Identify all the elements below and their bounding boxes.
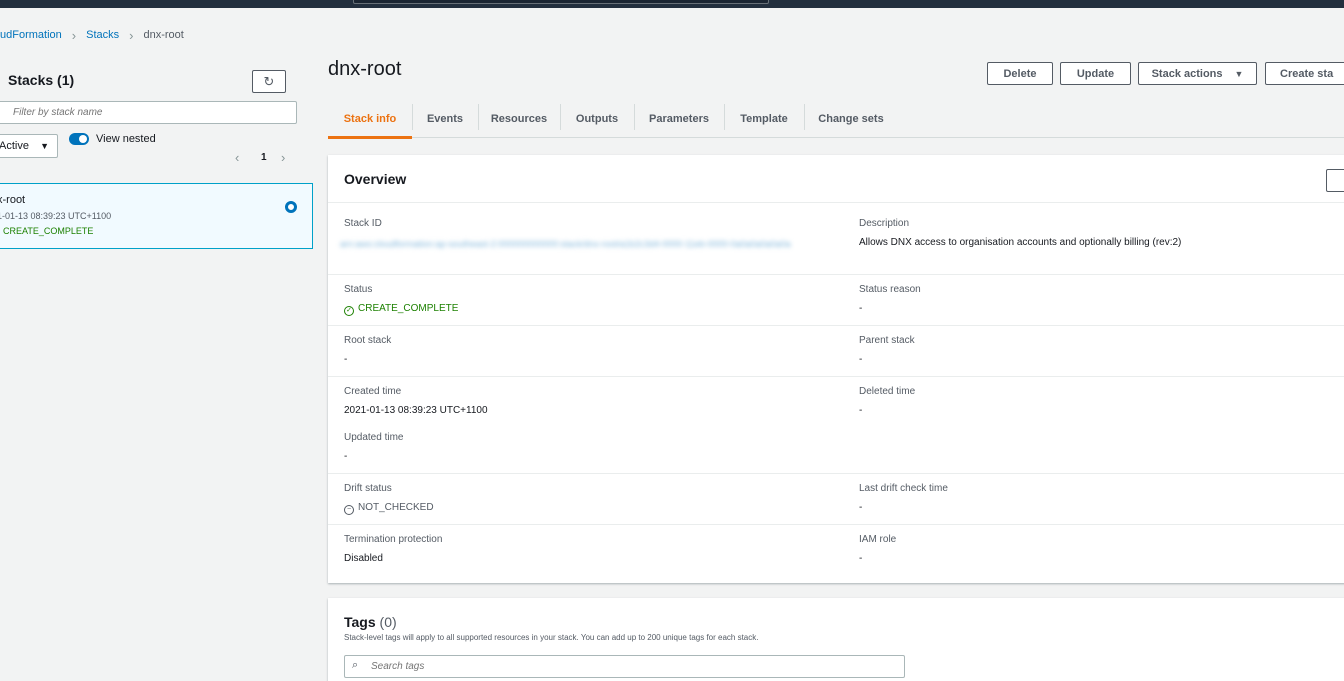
row-divider	[328, 473, 1344, 474]
page-title: dnx-root	[328, 58, 402, 80]
update-button[interactable]: Update	[1060, 62, 1131, 85]
status-label: Status	[344, 284, 373, 295]
stacks-title-text: Stacks	[8, 72, 54, 88]
chevron-right-icon: ›	[129, 27, 134, 43]
stack-item-name[interactable]: x-root	[0, 194, 25, 206]
drift-status-text: NOT_CHECKED	[358, 502, 434, 513]
description-label: Description	[859, 218, 910, 229]
edit-button[interactable]	[1326, 169, 1344, 192]
chevron-right-icon: ›	[71, 27, 77, 43]
status-value-text: CREATE_COMPLETE	[358, 303, 459, 314]
refresh-icon: ↻	[263, 73, 275, 89]
tags-count: (0)	[379, 614, 397, 630]
status-value: ✓ CREATE_COMPLETE	[344, 303, 458, 316]
row-divider	[328, 524, 1344, 525]
minus-circle-icon: −	[344, 505, 354, 515]
breadcrumb: udFormation › Stacks › dnx-root	[0, 27, 184, 43]
overview-title: Overview	[344, 171, 407, 187]
deleted-time-value: -	[859, 405, 863, 416]
tags-panel: Tags (0) Stack-level tags will apply to …	[328, 598, 1344, 681]
stack-filter-input[interactable]	[0, 101, 297, 124]
last-drift-value: -	[859, 502, 863, 513]
tab-stack-info[interactable]: Stack info	[328, 104, 412, 139]
stacks-panel-title: Stacks (1)	[8, 72, 74, 88]
tab-outputs[interactable]: Outputs	[560, 104, 634, 134]
caret-down-icon: ▼	[40, 141, 49, 151]
stack-actions-button[interactable]: Stack actions ▼	[1138, 62, 1257, 85]
overview-header: Overview	[328, 155, 1344, 203]
row-divider	[328, 325, 1344, 326]
drift-status-label: Drift status	[344, 483, 392, 494]
check-circle-icon: ✓	[344, 306, 354, 316]
status-filter-value: Active	[0, 140, 29, 152]
tags-title: Tags (0)	[344, 614, 397, 630]
stacks-count: (1)	[57, 72, 75, 88]
parent-stack-label: Parent stack	[859, 335, 915, 346]
tab-change-sets[interactable]: Change sets	[804, 104, 898, 134]
termination-protection-value: Disabled	[344, 553, 383, 564]
view-nested-toggle[interactable]	[69, 133, 89, 145]
global-search-input[interactable]	[353, 0, 769, 4]
root-stack-label: Root stack	[344, 335, 392, 346]
tags-title-text: Tags	[344, 614, 376, 630]
deleted-time-label: Deleted time	[859, 386, 916, 397]
drift-status-value: − NOT_CHECKED	[344, 502, 434, 515]
delete-button[interactable]: Delete	[987, 62, 1053, 85]
stack-id-label: Stack ID	[344, 218, 382, 229]
stack-actions-label: Stack actions	[1151, 67, 1223, 80]
update-button-label: Update	[1076, 67, 1115, 80]
tab-events[interactable]: Events	[412, 104, 478, 134]
tab-template[interactable]: Template	[724, 104, 804, 134]
tab-parameters[interactable]: Parameters	[634, 104, 724, 134]
search-icon: ⌕	[352, 659, 359, 671]
stack-tabs: Stack info Events Resources Outputs Para…	[328, 100, 1344, 139]
stack-id-value[interactable]: arn:aws:cloudformation:ap-southeast-2:00…	[340, 237, 824, 267]
status-reason-label: Status reason	[859, 284, 921, 295]
stack-item-time: 1-01-13 08:39:23 UTC+1100	[0, 211, 112, 221]
breadcrumb-cloudformation-link[interactable]: udFormation	[0, 29, 62, 41]
created-time-label: Created time	[344, 386, 402, 397]
overview-panel: Overview Stack ID arn:aws:cloudformation…	[328, 155, 1344, 583]
last-drift-label: Last drift check time	[859, 483, 948, 494]
created-time-value: 2021-01-13 08:39:23 UTC+1100	[344, 405, 488, 416]
status-reason-value: -	[859, 303, 863, 314]
updated-time-label: Updated time	[344, 432, 404, 443]
termination-protection-label: Termination protection	[344, 534, 443, 545]
description-value: Allows DNX access to organisation accoun…	[859, 237, 1182, 248]
root-stack-value: -	[344, 354, 348, 365]
stack-list-item[interactable]: x-root 1-01-13 08:39:23 UTC+1100 CREATE_…	[0, 183, 313, 249]
page-number[interactable]: 1	[261, 152, 267, 163]
updated-time-value: -	[344, 451, 348, 462]
status-filter-select[interactable]: Active ▼	[0, 134, 58, 158]
iam-role-label: IAM role	[859, 534, 897, 545]
chevron-right-icon[interactable]: ›	[281, 150, 285, 165]
tab-resources[interactable]: Resources	[478, 104, 560, 134]
view-nested-label: View nested	[96, 133, 156, 145]
iam-role-value: -	[859, 553, 863, 564]
breadcrumb-stacks-link[interactable]: Stacks	[86, 29, 119, 41]
tags-search-input[interactable]	[344, 655, 905, 678]
top-navigation-bar	[0, 0, 1344, 8]
refresh-button[interactable]: ↻	[252, 70, 286, 93]
breadcrumb-current: dnx-root	[143, 29, 184, 41]
tags-description: Stack-level tags will apply to all suppo…	[344, 633, 759, 642]
chevron-left-icon[interactable]: ‹	[235, 150, 239, 165]
stack-select-radio[interactable]	[285, 201, 297, 213]
stack-item-status: CREATE_COMPLETE	[3, 226, 94, 236]
row-divider	[328, 274, 1344, 275]
row-divider	[328, 376, 1344, 377]
create-stack-label: Create sta	[1280, 67, 1334, 80]
caret-down-icon: ▼	[1234, 68, 1244, 79]
parent-stack-value: -	[859, 354, 863, 365]
create-stack-button[interactable]: Create sta	[1265, 62, 1344, 85]
